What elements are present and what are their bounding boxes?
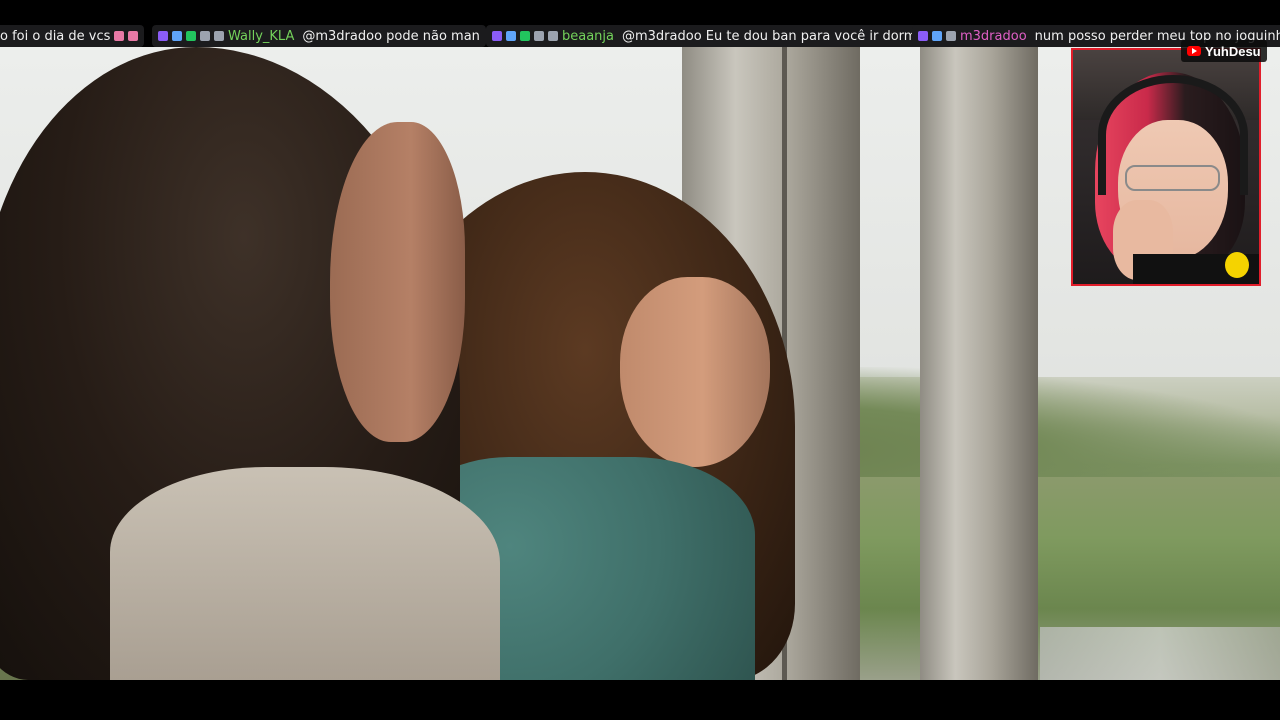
subscriber-badge-icon <box>918 31 928 41</box>
bottom-letterbox <box>0 680 1280 720</box>
person-left-face <box>330 122 465 442</box>
chat-username[interactable]: Wally_KLA <box>228 29 294 44</box>
badge-icon <box>932 31 942 41</box>
chat-username[interactable]: beaanja <box>562 29 614 44</box>
badge-icon <box>186 31 196 41</box>
chat-text: o foi o dia de vcs <box>0 28 111 44</box>
chat-username[interactable]: m3dradoo <box>960 29 1027 44</box>
badge-icon <box>506 31 516 41</box>
glasses <box>1125 165 1220 191</box>
badge-icon <box>548 31 558 41</box>
chat-message: Wally_KLA @m3dradoo pode não man <box>152 25 486 47</box>
chat-message: beaanja @m3dradoo Eu te dou ban para voc… <box>486 25 932 47</box>
webcam-overlay <box>1071 48 1261 286</box>
badge-icon <box>214 31 224 41</box>
person-left-top <box>110 467 500 680</box>
channel-badge[interactable]: YuhDesu <box>1181 40 1267 62</box>
badge-icon <box>534 31 544 41</box>
chat-text: @m3dradoo pode não man <box>302 28 480 44</box>
subscriber-badge-icon <box>158 31 168 41</box>
youtube-icon <box>1187 46 1201 56</box>
badge-icon <box>172 31 182 41</box>
rubber-duck <box>1225 252 1249 278</box>
badge-icon <box>520 31 530 41</box>
chat-message: o foi o dia de vcs <box>0 25 145 47</box>
chat-text: @m3dradoo Eu te dou ban para você ir dor… <box>622 28 926 44</box>
emote-icon <box>114 31 125 41</box>
skull-icon <box>946 31 956 41</box>
wooden-pillar <box>920 47 1038 680</box>
badge-icon <box>200 31 210 41</box>
channel-name: YuhDesu <box>1205 43 1261 59</box>
person-right-face <box>620 277 770 467</box>
emote-icon <box>128 31 139 41</box>
chat-ticker: o foi o dia de vcs Wally_KLA @m3dradoo p… <box>0 25 1280 47</box>
video-puddle <box>1040 627 1280 680</box>
subscriber-badge-icon <box>492 31 502 41</box>
